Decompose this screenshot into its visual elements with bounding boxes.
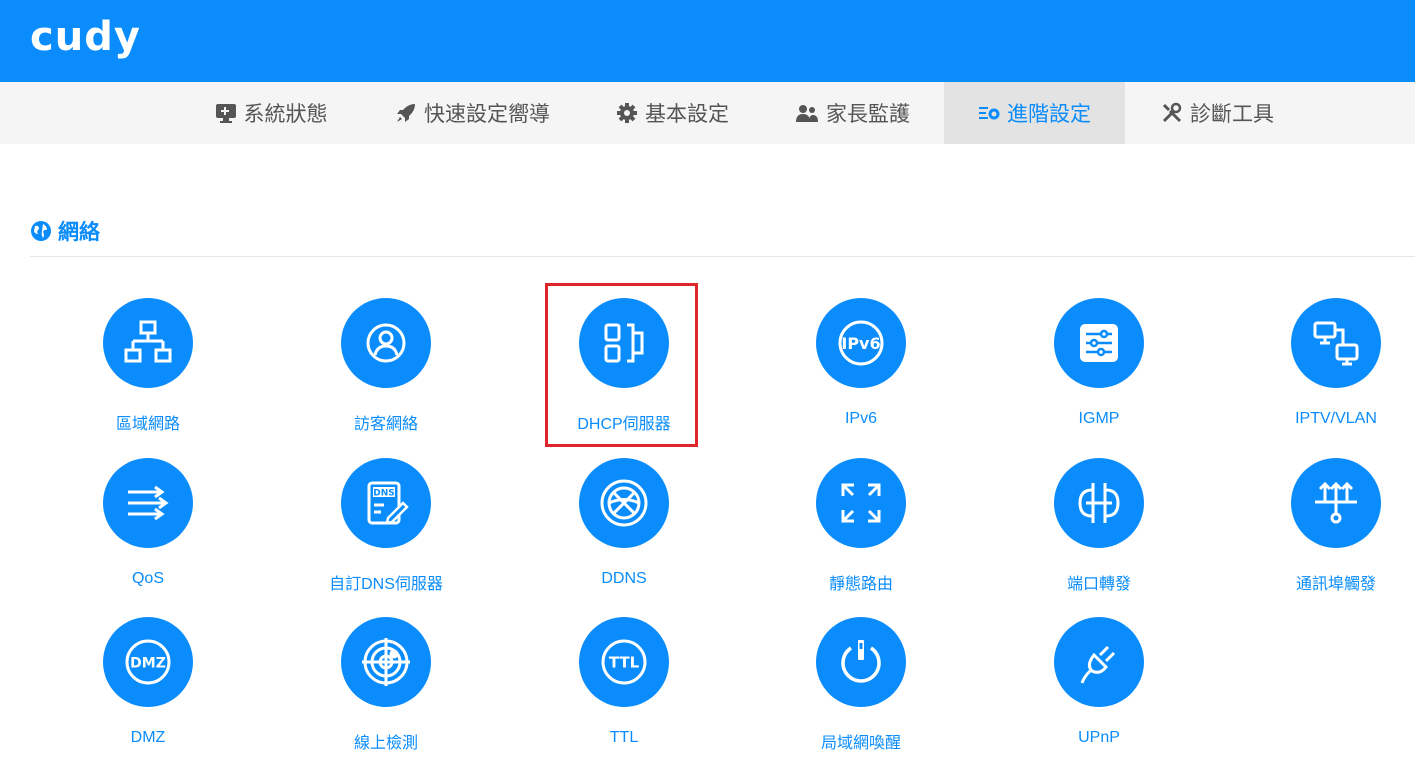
svg-text:DNS: DNS [373, 489, 395, 499]
tile-label: 區域網路 [115, 416, 180, 433]
igmp-sliders-icon [1080, 324, 1118, 362]
ipv6-icon: IPv6 [838, 320, 884, 366]
tile-label: 訪客網絡 [353, 416, 418, 433]
qos-arrows-icon [128, 485, 169, 521]
wake-on-lan-icon [841, 640, 881, 683]
tile-icon-circle [1054, 298, 1144, 388]
tile-static-route[interactable]: 靜態路由 [761, 458, 961, 608]
tile-icon-circle [1291, 458, 1381, 548]
tile-label: DMZ [130, 729, 166, 746]
tile-label: 通訊埠觸發 [1295, 576, 1376, 593]
ddns-globe-icon [600, 479, 648, 527]
static-route-icon [841, 483, 881, 523]
dhcp-highlight-box [545, 283, 698, 447]
port-forward-icon [1078, 483, 1120, 523]
tile-port-forwarding[interactable]: 端口轉發 [999, 458, 1199, 608]
rocket-icon [397, 104, 415, 122]
tile-label: 局域網喚醒 [820, 735, 901, 752]
tile-icon-circle: TTL [579, 617, 669, 707]
tile-icon-circle: DMZ [103, 617, 193, 707]
online-detect-icon [362, 638, 410, 686]
tile-icon-circle: DNS [341, 458, 431, 548]
tile-label: TTL [609, 729, 639, 746]
tile-label: QoS [131, 570, 164, 587]
tile-label: 靜態路由 [828, 576, 893, 593]
tile-icon-circle [816, 458, 906, 548]
nav-item-parental-control[interactable]: 家長監護 [780, 82, 925, 144]
tile-ipv6[interactable]: IPv6 IPv6 [761, 298, 961, 448]
tile-dmz[interactable]: DMZ DMZ [48, 617, 248, 767]
tile-label: IGMP [1078, 410, 1120, 427]
custom-dns-icon: DNS [367, 481, 409, 525]
nav-label: 系統狀態 [243, 102, 328, 126]
tile-icon-circle [103, 458, 193, 548]
svg-text:DMZ: DMZ [130, 656, 166, 672]
nav-label: 快速設定嚮導 [424, 102, 550, 126]
tile-label: IPv6 [844, 410, 877, 427]
svg-text:TTL: TTL [609, 654, 640, 672]
tile-label: 端口轉發 [1066, 576, 1131, 593]
tile-lan[interactable]: 區域網路 [48, 298, 248, 448]
tile-iptv-vlan[interactable]: IPTV/VLAN [1236, 298, 1415, 448]
nav-item-basic-settings[interactable]: 基本設定 [600, 82, 745, 144]
upnp-plug-icon [1080, 645, 1116, 684]
tile-custom-dns[interactable]: DNS 自訂DNS伺服器 [286, 458, 486, 608]
tools-icon [1162, 102, 1182, 123]
nav-item-system-status[interactable]: 系統狀態 [196, 82, 346, 144]
cudy-logo[interactable]: cudy [30, 14, 141, 60]
tile-icon-circle [341, 298, 431, 388]
tile-icon-circle: IPv6 [816, 298, 906, 388]
nav-item-advanced-settings[interactable]: 進階設定 [944, 82, 1125, 144]
guest-user-icon [366, 323, 406, 363]
section-network-title: 網絡 [30, 216, 100, 246]
tile-wake-on-lan[interactable]: 局域網喚醒 [761, 617, 961, 767]
tile-upnp[interactable]: UPnP [999, 617, 1199, 767]
nav-item-diagnostics[interactable]: 診斷工具 [1145, 82, 1290, 144]
tile-icon-circle [341, 617, 431, 707]
tile-label: IPTV/VLAN [1295, 410, 1377, 427]
nav-label: 診斷工具 [1190, 102, 1274, 126]
top-header-bar: cudy [0, 0, 1415, 82]
gear-icon [617, 103, 637, 123]
port-trigger-icon [1315, 481, 1357, 524]
section-title-text: 網絡 [58, 220, 100, 244]
nav-label: 進階設定 [1007, 102, 1091, 126]
tile-label: DDNS [601, 570, 647, 587]
tile-icon-circle [103, 298, 193, 388]
globe-icon [31, 221, 51, 241]
nav-label: 基本設定 [645, 102, 729, 126]
tile-ddns[interactable]: DDNS [524, 458, 724, 608]
advanced-settings-icon [979, 107, 1000, 120]
tile-port-trigger[interactable]: 通訊埠觸發 [1236, 458, 1415, 608]
tile-online-detection[interactable]: 線上檢測 [286, 617, 486, 767]
tile-qos[interactable]: QoS [48, 458, 248, 608]
users-icon [796, 105, 818, 122]
tile-icon-circle [1054, 617, 1144, 707]
tile-igmp[interactable]: IGMP [999, 298, 1199, 448]
tile-label: UPnP [1078, 729, 1120, 746]
dmz-icon: DMZ [125, 639, 171, 685]
tile-icon-circle [816, 617, 906, 707]
nav-item-quick-setup[interactable]: 快速設定嚮導 [380, 82, 565, 144]
ttl-icon: TTL [601, 639, 647, 685]
monitor-icon [215, 104, 236, 123]
tile-icon-circle [1291, 298, 1381, 388]
section-divider [30, 256, 1415, 257]
tile-ttl[interactable]: TTL TTL [524, 617, 724, 767]
tile-icon-circle [579, 458, 669, 548]
main-nav: 系統狀態 快速設定嚮導 基本設定 家長監護 進階設定 診斷工具 [0, 82, 1415, 144]
iptv-vlan-icon [1313, 321, 1359, 366]
lan-topology-icon [124, 320, 172, 363]
tile-icon-circle [1054, 458, 1144, 548]
tile-label: 自訂DNS伺服器 [329, 576, 443, 593]
tile-guest-network[interactable]: 訪客網絡 [286, 298, 486, 448]
svg-text:IPv6: IPv6 [841, 334, 880, 353]
tile-label: 線上檢測 [353, 735, 418, 752]
nav-label: 家長監護 [826, 102, 910, 126]
